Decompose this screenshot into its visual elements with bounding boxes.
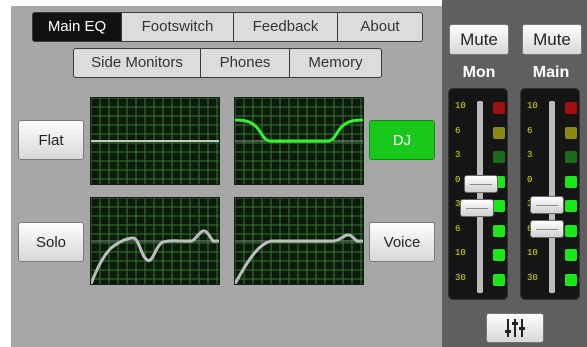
meter-scale-label: 10 (527, 248, 538, 258)
meter-led (493, 224, 505, 237)
main-meter-strip: 10630361030 (520, 88, 580, 300)
meter-scale-label: 0 (455, 174, 461, 185)
eq-curve-solo (90, 197, 220, 285)
meter-led (565, 175, 577, 188)
app: Main EQ Footswitch Feedback About Side M… (0, 0, 587, 347)
tab-main-eq[interactable]: Main EQ (33, 13, 122, 41)
main-channel-label: Main (532, 64, 570, 81)
eq-curve-voice (234, 197, 364, 285)
meter-led (493, 151, 505, 163)
tab-memory[interactable]: Memory (290, 49, 381, 77)
meter-scale-label: 3 (455, 150, 461, 160)
tab-footswitch[interactable]: Footswitch (122, 13, 234, 41)
sub-tab-bar: Side Monitors Phones Memory (73, 48, 382, 78)
eq-graph-voice-svg (235, 198, 363, 284)
main-fader-knob[interactable] (530, 196, 564, 214)
main-fader-knob-lower[interactable] (530, 220, 564, 238)
meter-led (493, 126, 505, 139)
preset-solo-button[interactable]: Solo (18, 222, 84, 262)
meter-led (493, 249, 505, 261)
meter-scale-label: 10 (527, 101, 538, 111)
tab-feedback[interactable]: Feedback (234, 13, 338, 41)
meter-led (493, 102, 505, 114)
meter-led (565, 249, 577, 261)
tab-side-monitors[interactable]: Side Monitors (74, 49, 201, 77)
eq-graph-dj-svg (235, 98, 363, 184)
eq-curve-flat (90, 97, 220, 185)
meter-led (493, 200, 505, 212)
main-tab-bar: Main EQ Footswitch Feedback About (32, 12, 423, 42)
meter-scale-label: 6 (455, 223, 461, 234)
tab-phones[interactable]: Phones (201, 49, 290, 77)
meter-led (565, 151, 577, 163)
meter-scale-label: 6 (527, 125, 533, 136)
eq-graph-flat-svg (91, 98, 219, 184)
mon-fader-track[interactable] (477, 101, 483, 293)
meter-led (493, 273, 505, 286)
meter-led (565, 200, 577, 212)
eq-graph-solo-svg (91, 198, 219, 284)
meter-scale-label: 6 (455, 125, 461, 136)
meter-scale-label: 10 (455, 101, 466, 111)
main-mute-button[interactable]: Mute (522, 24, 582, 55)
meter-scale-label: 30 (455, 272, 466, 283)
eq-settings-button[interactable] (486, 313, 544, 343)
mon-fader-knob-lower[interactable] (460, 199, 494, 217)
mon-mute-button[interactable]: Mute (449, 24, 509, 55)
meter-scale-label: 10 (455, 248, 466, 258)
meter-scale-label: 0 (527, 174, 533, 185)
preset-voice-button[interactable]: Voice (369, 222, 435, 262)
preset-flat-button[interactable]: Flat (18, 120, 84, 160)
meter-led (565, 224, 577, 237)
sliders-icon (505, 319, 525, 337)
meter-led (565, 126, 577, 139)
meter-scale-label: 3 (527, 150, 533, 160)
mon-meter-strip: 10 6 3 0 3 6 10 30 (448, 88, 508, 300)
preset-dj-button[interactable]: DJ (369, 120, 435, 160)
eq-panel: Main EQ Footswitch Feedback About Side M… (11, 6, 442, 347)
mon-fader-knob[interactable] (464, 175, 498, 193)
meter-scale-label: 30 (527, 272, 538, 283)
meter-led (565, 273, 577, 286)
eq-curve-dj (234, 97, 364, 185)
mon-channel-label: Mon (462, 64, 496, 81)
meter-led (565, 102, 577, 114)
tab-about[interactable]: About (338, 13, 422, 41)
